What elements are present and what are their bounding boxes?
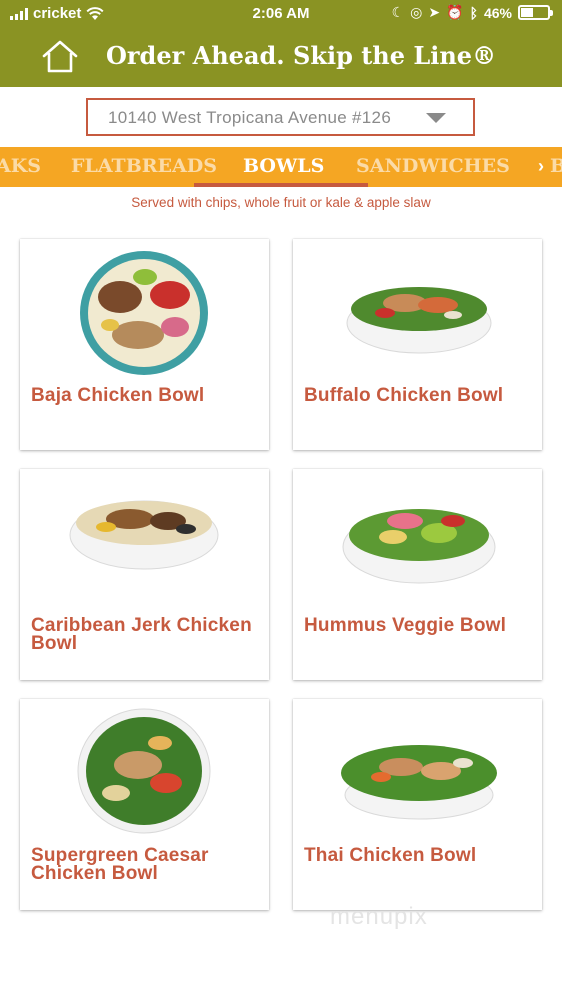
watermark: menupix bbox=[330, 903, 428, 930]
supergreen-caesar-chicken-bowl-image bbox=[77, 708, 211, 834]
menu-item-card[interactable]: Caribbean Jerk Chicken Bowl bbox=[20, 469, 269, 680]
baja-chicken-bowl-image bbox=[80, 251, 208, 375]
menu-item-card[interactable]: Baja Chicken Bowl bbox=[20, 239, 269, 450]
hummus-veggie-bowl-image bbox=[342, 509, 496, 584]
caribbean-jerk-chicken-bowl-image bbox=[69, 500, 219, 570]
menu-item-name: Supergreen Caesar Chicken Bowl bbox=[31, 845, 209, 884]
menu-item-name: Thai Chicken Bowl bbox=[304, 845, 477, 866]
menu-item-card[interactable]: Supergreen Caesar Chicken Bowl bbox=[20, 699, 269, 910]
menu-item-card[interactable]: Hummus Veggie Bowl bbox=[293, 469, 542, 680]
thai-chicken-bowl-image bbox=[341, 745, 497, 820]
menu-item-name: Baja Chicken Bowl bbox=[31, 385, 205, 406]
buffalo-chicken-bowl-image bbox=[346, 287, 492, 354]
menu-item-name: Caribbean Jerk Chicken Bowl bbox=[31, 615, 252, 654]
menu-item-card[interactable]: Buffalo Chicken Bowl bbox=[293, 239, 542, 450]
menu-grid: Baja Chicken Bowl Buffalo Chicken Bowl C… bbox=[0, 0, 562, 1000]
menu-item-name: Buffalo Chicken Bowl bbox=[304, 385, 504, 406]
menu-item-name: Hummus Veggie Bowl bbox=[304, 615, 507, 636]
menu-item-card[interactable]: Thai Chicken Bowl bbox=[293, 699, 542, 910]
